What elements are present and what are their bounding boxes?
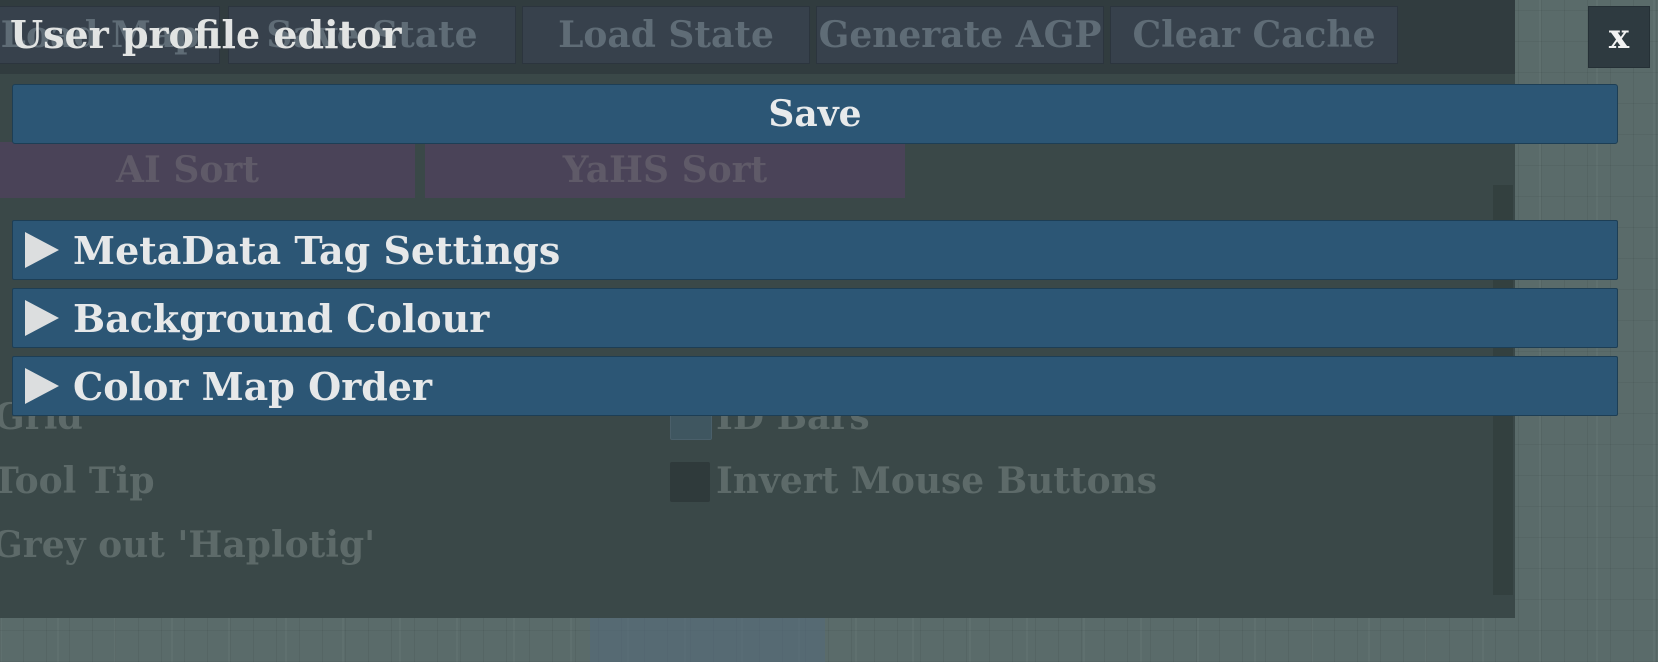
section-label: Background Colour <box>73 295 490 341</box>
generate-agp-button: Generate AGP <box>816 6 1104 64</box>
color-map-order-section[interactable]: Color Map Order <box>12 356 1618 416</box>
save-button[interactable]: Save <box>12 84 1618 144</box>
triangle-right-icon <box>25 368 59 404</box>
save-button-label: Save <box>768 93 862 135</box>
clear-cache-button: Clear Cache <box>1110 6 1398 64</box>
triangle-right-icon <box>25 232 59 268</box>
tooltip-option-label: Tool Tip <box>0 460 155 502</box>
yahs-sort-button: YaHS Sort <box>425 142 905 198</box>
metadata-tag-settings-section[interactable]: MetaData Tag Settings <box>12 220 1618 280</box>
invert-mouse-label: Invert Mouse Buttons <box>716 460 1158 502</box>
invert-mouse-checkbox <box>670 462 710 502</box>
section-label: MetaData Tag Settings <box>73 227 561 273</box>
close-icon: x <box>1608 17 1630 57</box>
background-colour-section[interactable]: Background Colour <box>12 288 1618 348</box>
triangle-right-icon <box>25 300 59 336</box>
grey-out-haplotig-label: Grey out 'Haplotig' <box>0 524 376 566</box>
contact-map-region <box>590 615 825 662</box>
section-label: Color Map Order <box>73 363 432 409</box>
close-button[interactable]: x <box>1588 6 1650 68</box>
load-state-button: Load State <box>522 6 810 64</box>
ai-sort-button: AI Sort <box>0 142 415 198</box>
dialog-title: User profile editor <box>10 12 402 57</box>
